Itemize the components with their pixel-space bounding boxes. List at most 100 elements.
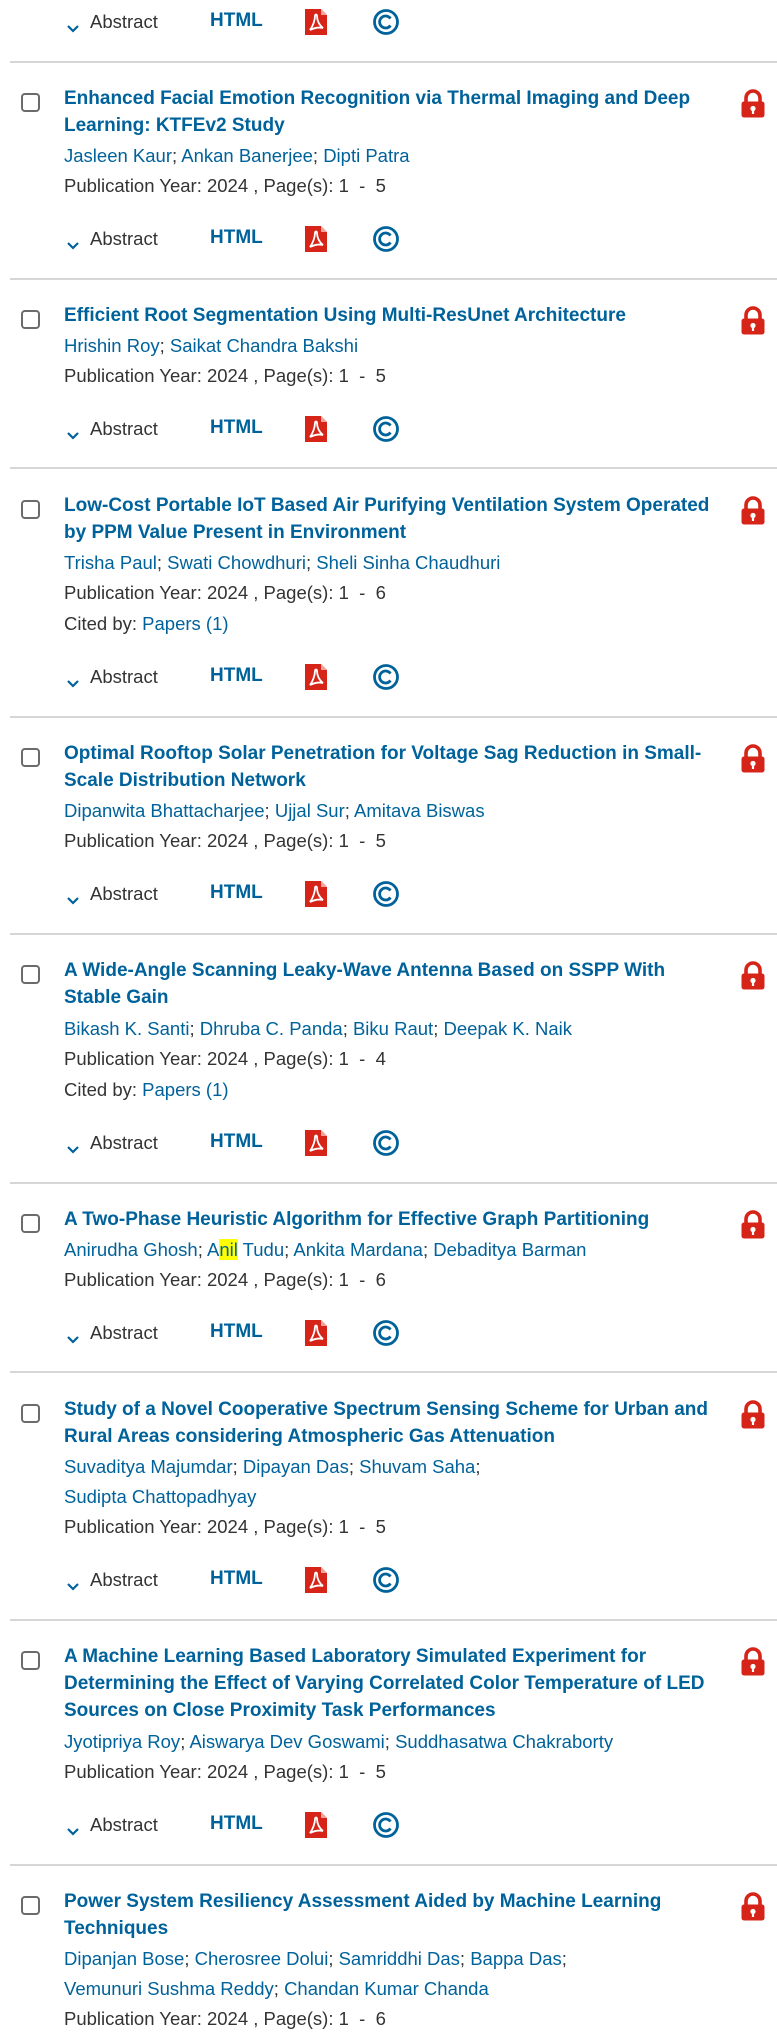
author-link[interactable]: Trisha Paul — [64, 552, 157, 573]
result-title-link[interactable]: Low-Cost Portable IoT Based Air Purifyin… — [64, 492, 714, 546]
abstract-toggle-button[interactable]: Abstract — [66, 11, 158, 33]
abstract-toggle-button[interactable]: Abstract — [66, 1322, 158, 1344]
html-fulltext-link[interactable]: HTML — [210, 1813, 263, 1835]
result-title-link[interactable]: Optimal Rooftop Solar Penetration for Vo… — [64, 740, 714, 794]
pdf-icon[interactable] — [304, 663, 328, 691]
result-divider — [10, 278, 777, 280]
html-fulltext-link[interactable]: HTML — [210, 882, 263, 904]
html-fulltext-link[interactable]: HTML — [210, 227, 263, 249]
pdf-icon[interactable] — [304, 1129, 328, 1157]
abstract-toggle-button[interactable]: Abstract — [66, 883, 158, 905]
author-link[interactable]: Suddhasatwa Chakraborty — [395, 1731, 613, 1752]
author-list: Jyotipriya Roy; Aiswarya Dev Goswami; Su… — [64, 1727, 714, 1757]
result-title-link[interactable]: A Wide-Angle Scanning Leaky-Wave Antenna… — [64, 957, 714, 1011]
author-link[interactable]: Dhruba C. Panda — [200, 1018, 343, 1039]
select-checkbox[interactable] — [21, 1404, 40, 1423]
abstract-toggle-button[interactable]: Abstract — [66, 418, 158, 440]
pdf-icon[interactable] — [304, 1566, 328, 1594]
copyright-icon[interactable] — [372, 415, 400, 443]
copyright-icon[interactable] — [372, 1566, 400, 1594]
lock-icon — [740, 1210, 766, 1240]
result-actions: Abstract HTML — [66, 6, 399, 38]
result-title-link[interactable]: Efficient Root Segmentation Using Multi-… — [64, 302, 714, 329]
pdf-icon[interactable] — [304, 415, 328, 443]
author-link[interactable]: Anirudha Ghosh — [64, 1239, 198, 1260]
author-link[interactable]: Dipti Patra — [323, 145, 409, 166]
author-separator: ; — [264, 800, 275, 821]
author-link[interactable]: Saikat Chandra Bakshi — [170, 335, 358, 356]
author-separator: ; — [273, 1978, 285, 1999]
result-title-link[interactable]: A Machine Learning Based Laboratory Simu… — [64, 1643, 714, 1724]
html-fulltext-link[interactable]: HTML — [210, 1321, 263, 1343]
author-separator: ; — [384, 1731, 396, 1752]
author-link[interactable]: Vemunuri Sushma Reddy — [64, 1978, 274, 1999]
abstract-toggle-button[interactable]: Abstract — [66, 1569, 158, 1591]
author-link[interactable]: Jasleen Kaur — [64, 145, 172, 166]
select-checkbox[interactable] — [21, 965, 40, 984]
result-title-link[interactable]: Study of a Novel Cooperative Spectrum Se… — [64, 1396, 714, 1450]
pdf-icon[interactable] — [304, 8, 328, 36]
select-checkbox[interactable] — [21, 93, 40, 112]
abstract-toggle-button[interactable]: Abstract — [66, 1132, 158, 1154]
cited-by-papers-link[interactable]: Papers (1) — [142, 613, 228, 634]
html-fulltext-link[interactable]: HTML — [210, 1568, 263, 1590]
pdf-icon[interactable] — [304, 880, 328, 908]
author-link[interactable]: Debaditya Barman — [433, 1239, 586, 1260]
author-link[interactable]: Bappa Das — [470, 1948, 562, 1969]
copyright-icon[interactable] — [372, 1129, 400, 1157]
result-divider — [10, 1182, 777, 1184]
copyright-icon[interactable] — [372, 1811, 400, 1839]
select-checkbox[interactable] — [21, 310, 40, 329]
author-link[interactable]: Ujjal Sur — [275, 800, 345, 821]
author-link[interactable]: Dipayan Das — [243, 1456, 349, 1477]
select-checkbox[interactable] — [21, 1896, 40, 1915]
select-checkbox[interactable] — [21, 1214, 40, 1233]
author-link[interactable]: Dipanwita Bhattacharjee — [64, 800, 265, 821]
author-link[interactable]: Anil Tudu — [207, 1239, 284, 1260]
select-checkbox[interactable] — [21, 1651, 40, 1670]
copyright-icon[interactable] — [372, 8, 400, 36]
author-link[interactable]: Deepak K. Naik — [443, 1018, 572, 1039]
abstract-label: Abstract — [90, 883, 158, 904]
copyright-icon[interactable] — [372, 225, 400, 253]
pdf-icon[interactable] — [304, 225, 328, 253]
author-link[interactable]: Samriddhi Das — [339, 1948, 460, 1969]
cited-by-papers-link[interactable]: Papers (1) — [142, 1079, 228, 1100]
author-link[interactable]: Biku Raut — [353, 1018, 433, 1039]
select-checkbox[interactable] — [21, 500, 40, 519]
cited-by-label: Cited by: — [64, 1079, 143, 1100]
author-link[interactable]: Cherosree Dolui — [195, 1948, 329, 1969]
abstract-toggle-button[interactable]: Abstract — [66, 666, 158, 688]
author-link[interactable]: Hrishin Roy — [64, 335, 160, 356]
copyright-icon[interactable] — [372, 880, 400, 908]
copyright-icon[interactable] — [372, 1319, 400, 1347]
pdf-icon[interactable] — [304, 1319, 328, 1347]
abstract-toggle-button[interactable]: Abstract — [66, 1814, 158, 1836]
author-link[interactable]: Suvaditya Majumdar — [64, 1456, 233, 1477]
result-title-link[interactable]: A Two-Phase Heuristic Algorithm for Effe… — [64, 1206, 714, 1233]
html-fulltext-link[interactable]: HTML — [210, 665, 263, 687]
copyright-icon[interactable] — [372, 663, 400, 691]
select-checkbox[interactable] — [21, 748, 40, 767]
abstract-toggle-button[interactable]: Abstract — [66, 228, 158, 250]
html-fulltext-link[interactable]: HTML — [210, 10, 263, 32]
author-link[interactable]: Dipanjan Bose — [64, 1948, 184, 1969]
author-link[interactable]: Sheli Sinha Chaudhuri — [316, 552, 500, 573]
html-fulltext-link[interactable]: HTML — [210, 1131, 263, 1153]
author-link[interactable]: Swati Chowdhuri — [167, 552, 306, 573]
author-link[interactable]: Chandan Kumar Chanda — [284, 1978, 489, 1999]
author-link[interactable]: Ankita Mardana — [293, 1239, 423, 1260]
author-link[interactable]: Ankan Banerjee — [181, 145, 313, 166]
lock-icon — [740, 89, 766, 119]
result-title-link[interactable]: Enhanced Facial Emotion Recognition via … — [64, 85, 714, 139]
author-link[interactable]: Bikash K. Santi — [64, 1018, 189, 1039]
html-fulltext-link[interactable]: HTML — [210, 417, 263, 439]
result-divider — [10, 1619, 777, 1621]
author-link[interactable]: Sudipta Chattopadhyay — [64, 1486, 256, 1507]
author-link[interactable]: Aiswarya Dev Goswami — [189, 1731, 384, 1752]
pdf-icon[interactable] — [304, 1811, 328, 1839]
author-link[interactable]: Amitava Biswas — [354, 800, 485, 821]
author-link[interactable]: Shuvam Saha — [359, 1456, 475, 1477]
author-link[interactable]: Jyotipriya Roy — [64, 1731, 180, 1752]
result-title-link[interactable]: Power System Resiliency Assessment Aided… — [64, 1888, 714, 1942]
